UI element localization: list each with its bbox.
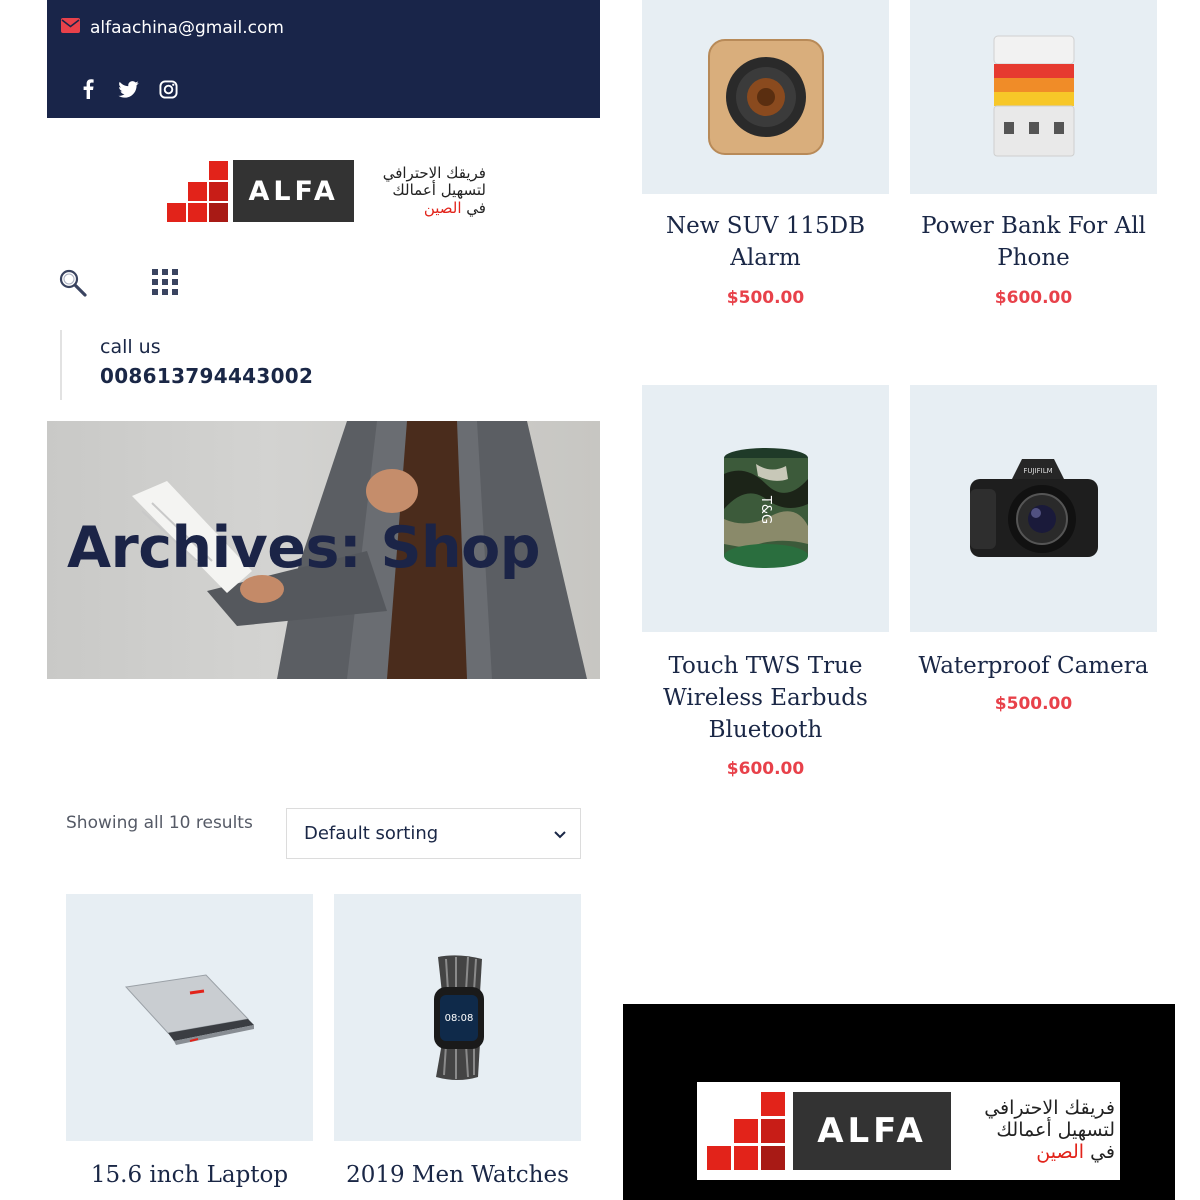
product-price: $600.00 (726, 758, 805, 779)
product-title-line[interactable]: 15.6 inch Laptop (66, 1159, 313, 1191)
instagram-icon[interactable] (157, 78, 179, 100)
logo-arabic-line2: لتسهيل أعمالك (392, 181, 486, 200)
product-brand-mark: FUJIFILM (1023, 467, 1052, 475)
product-image[interactable]: FUJIFILM (910, 385, 1157, 632)
laptop-image (124, 973, 254, 1045)
product-card[interactable]: New SUV 115DB Alarm $500.00 (642, 0, 889, 330)
product-card[interactable]: FUJIFILM Waterproof Camera $500.00 (910, 385, 1157, 725)
product-title-line[interactable]: Touch TWS True (642, 650, 889, 682)
logo-arabic-line2: لتسهيل أعمالك (996, 1119, 1115, 1142)
product-price: $500.00 (994, 694, 1073, 715)
product-image[interactable]: T&G (642, 385, 889, 632)
results-count: Showing all 10 results (66, 813, 253, 833)
logo-arabic-line3b: الصين (423, 198, 462, 217)
dslr-camera-image: FUJIFILM (969, 458, 1098, 557)
product-price: $500.00 (726, 288, 805, 309)
email-text[interactable]: alfaachina@gmail.com (90, 18, 284, 38)
search-icon[interactable] (58, 268, 88, 302)
grid-menu-icon[interactable] (151, 268, 179, 300)
product-title-line[interactable]: Power Bank For All (910, 210, 1157, 242)
header-icons (58, 266, 198, 302)
product-image[interactable] (66, 894, 313, 1141)
logo-arabic-line1: فريقك الاحترافي (382, 164, 486, 183)
logo-blocks-mark (705, 1090, 787, 1172)
chevron-down-icon (554, 823, 566, 844)
product-title-line[interactable]: Alarm (642, 242, 889, 274)
call-us-block: call us 008613794443002 (60, 330, 360, 400)
email-row[interactable]: alfaachina@gmail.com (61, 18, 284, 38)
top-contact-bar: alfaachina@gmail.com (47, 0, 600, 118)
phone-number[interactable]: 008613794443002 (100, 364, 360, 388)
product-price: $600.00 (994, 288, 1073, 309)
product-card[interactable]: Power Bank For All Phone $600.00 (910, 0, 1157, 330)
site-logo[interactable]: ALFA فريقك الاحترافي لتسهيل أعمالك في ال… (166, 158, 486, 224)
product-title-line[interactable]: Bluetooth (642, 714, 889, 746)
product-card[interactable]: 08:08 2019 Men Watches (334, 894, 581, 1200)
call-us-label: call us (100, 336, 161, 358)
product-title-line[interactable]: 2019 Men Watches (334, 1159, 581, 1191)
page-title: Archives: Shop (67, 515, 541, 581)
product-title-line[interactable]: New SUV 115DB (642, 210, 889, 242)
facebook-icon[interactable] (77, 78, 99, 100)
sorting-selected-value: Default sorting (304, 823, 439, 844)
envelope-icon (61, 18, 80, 38)
wooden-speaker-image (707, 39, 824, 155)
logo-wordmark: ALFA (232, 160, 355, 222)
product-image[interactable] (910, 0, 1157, 194)
power-bank-image (993, 35, 1074, 157)
social-links (77, 78, 179, 100)
hero-banner: Archives: Shop (47, 421, 600, 679)
logo-wordmark: ALFA (793, 1092, 951, 1170)
watch-screen-text: 08:08 (444, 1013, 473, 1024)
logo-arabic-line1: فريقك الاحترافي (984, 1097, 1115, 1120)
logo-arabic-tagline: فريقك الاحترافي لتسهيل أعمالك في الصين (360, 164, 486, 217)
product-title-line[interactable]: Phone (910, 242, 1157, 274)
product-image[interactable] (642, 0, 889, 194)
logo-arabic-line3a: في (1090, 1140, 1115, 1163)
logo-arabic-tagline: فريقك الاحترافي لتسهيل أعمالك في الصين (957, 1097, 1115, 1164)
logo-blocks-mark (166, 158, 228, 224)
smart-watch-image: 08:08 (433, 954, 484, 1080)
logo-arabic-line3b: الصين (1036, 1140, 1085, 1163)
twitter-icon[interactable] (117, 78, 139, 100)
product-title-line[interactable]: Wireless Earbuds (642, 682, 889, 714)
product-image[interactable]: 08:08 (334, 894, 581, 1141)
camo-speaker-image: T&G (723, 447, 808, 568)
product-title-line[interactable]: Waterproof Camera (910, 650, 1157, 682)
logo-arabic-line3a: في (466, 198, 486, 217)
product-card[interactable]: T&G Touch TWS True Wireless Earbuds Blue… (642, 385, 889, 785)
footer-logo[interactable]: ALFA فريقك الاحترافي لتسهيل أعمالك في ال… (697, 1082, 1120, 1180)
product-card[interactable]: 15.6 inch Laptop (66, 894, 313, 1200)
sorting-select[interactable]: Default sorting (286, 808, 581, 859)
product-brand-mark: T&G (758, 494, 773, 523)
